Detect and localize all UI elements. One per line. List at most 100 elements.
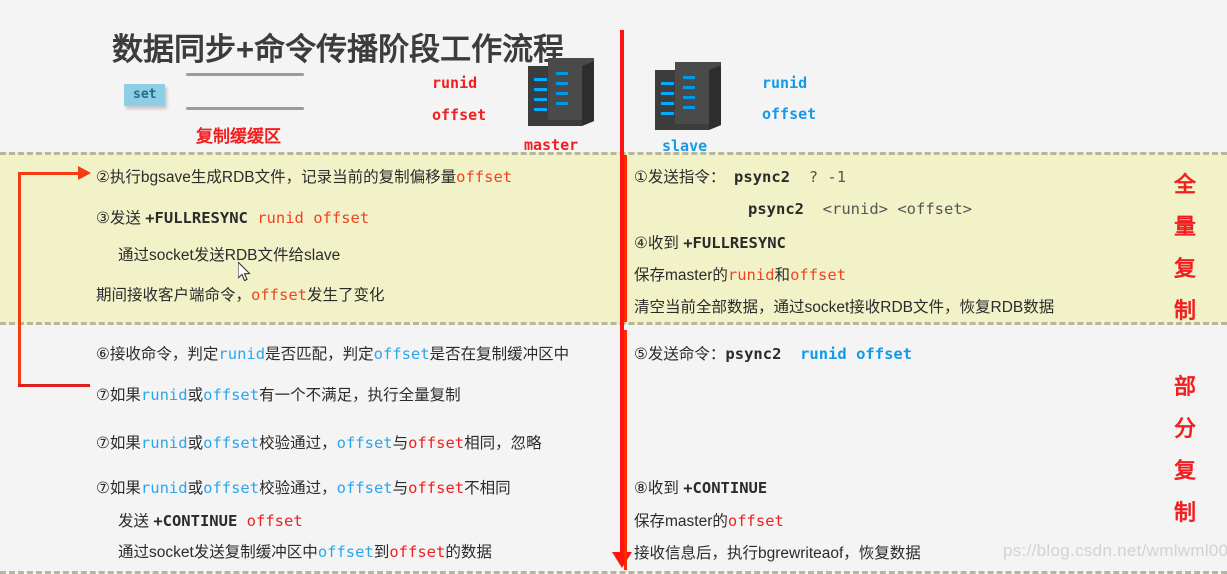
step-text: 与: [392, 480, 409, 497]
step-text: 到: [373, 544, 390, 561]
step-text: 发送命令：: [647, 346, 726, 363]
slave-label: slave: [662, 137, 708, 155]
step-text: 是否匹配，判定: [265, 346, 374, 363]
offset-token: offset: [203, 434, 260, 452]
master-label: master: [524, 136, 579, 154]
feedback-arrow-top-segment: [18, 172, 82, 175]
master-step-3-sub: 通过socket发送RDB文件给slave: [118, 248, 340, 264]
offset-token: offset: [203, 386, 260, 404]
step-text: 通过socket发送RDB文件给slave: [118, 247, 341, 264]
step-text: 或: [187, 435, 204, 452]
runid-token: runid: [140, 434, 188, 452]
offset-token-blue: offset: [336, 479, 393, 497]
step-text: 发送: [118, 513, 154, 530]
watermark: ps://blog.csdn.net/wmlwml0000: [1003, 541, 1227, 560]
offset-token-blue: offset: [336, 434, 393, 452]
offset-token-red: offset: [389, 543, 446, 561]
slave-step-4: ④收到 +FULLRESYNC: [634, 235, 786, 252]
set-command-badge: set: [124, 84, 166, 106]
master-offset-label: offset: [432, 106, 487, 124]
step-number: ⑦: [96, 480, 110, 497]
step-number: ⑥: [96, 346, 110, 363]
runid-token: runid: [140, 479, 188, 497]
step-number: ⑦: [96, 387, 110, 404]
master-runid-label: runid: [432, 74, 478, 92]
step-text: 发送: [109, 210, 146, 227]
psync2-args: <runid> <offset>: [822, 200, 972, 218]
feedback-arrow-head-icon: [78, 166, 91, 180]
runid-offset-args: runid offset: [257, 209, 370, 227]
master-step-offset-change: 期间接收客户端命令，offset发生了变化: [96, 286, 385, 304]
fullresync-command: +FULLRESYNC: [145, 209, 248, 227]
offset-token-red: offset: [727, 512, 784, 530]
buffer-line-bottom: [186, 107, 304, 110]
step-text: 相同，忽略: [464, 435, 542, 452]
step-number: ④: [634, 235, 648, 252]
psync2-command: psync2: [748, 200, 804, 218]
step-text: 校验通过，: [259, 435, 337, 452]
step-text: 收到: [647, 480, 684, 497]
step-text: 通过socket发送复制缓冲区中: [118, 544, 318, 561]
runid-offset-args: runid offset: [800, 345, 913, 363]
slave-runid-label: runid: [762, 74, 808, 92]
step-text: 如果: [109, 387, 141, 404]
master-step-7c-sub2: 通过socket发送复制缓冲区中offset到offset的数据: [118, 543, 492, 561]
step-text: 不相同: [464, 480, 511, 497]
step-number: ③: [96, 210, 110, 227]
offset-token-red: offset: [408, 434, 465, 452]
psync2-command: psync2: [734, 168, 791, 186]
step-text: 如果: [109, 435, 141, 452]
phase-char: 部: [1173, 374, 1196, 399]
slave-partial-section-rule: [624, 330, 627, 570]
slave-full-section-rule: [624, 155, 627, 322]
step-text: 的数据: [445, 544, 492, 561]
offset-token: offset: [203, 479, 260, 497]
phase-char: 全: [1173, 172, 1196, 197]
step-text: 保存master的: [634, 267, 728, 284]
step-text: 如果: [109, 480, 141, 497]
runid-token: runid: [140, 386, 188, 404]
offset-token-red: offset: [408, 479, 465, 497]
phase-char: 复: [1173, 458, 1196, 483]
continue-command: +CONTINUE: [153, 512, 238, 530]
step-text: 与: [392, 435, 409, 452]
step-number: ⑤: [634, 346, 648, 363]
step-text: 或: [187, 387, 204, 404]
offset-token: offset: [251, 286, 308, 304]
slave-step-1-alt: psync2 <runid> <offset>: [748, 200, 972, 218]
replication-buffer-label: 复制缓缓区: [196, 127, 281, 146]
offset-token: offset: [790, 266, 847, 284]
feedback-arrow-vertical: [18, 172, 21, 387]
phase-char: 制: [1173, 298, 1196, 323]
step-text: 是否在复制缓冲区中: [429, 346, 570, 363]
slave-save-master-info: 保存master的runid和offset: [634, 266, 847, 284]
master-step-7b: ⑦如果runid或offset校验通过，offset与offset相同，忽略: [96, 434, 542, 452]
offset-token-red: offset: [246, 512, 303, 530]
mouse-cursor-icon: [237, 260, 254, 284]
slave-save-offset: 保存master的offset: [634, 512, 784, 530]
psync2-args: ? -1: [808, 168, 847, 186]
slave-clear-and-load: 清空当前全部数据，通过socket接收RDB文件，恢复RDB数据: [634, 300, 1054, 316]
phase-char: 复: [1173, 256, 1196, 281]
page-title: 数据同步+命令传播阶段工作流程: [112, 32, 565, 67]
continue-command: +CONTINUE: [683, 479, 768, 497]
partial-replication-phase-label: 部 分 复 制: [1168, 366, 1202, 534]
diagram-canvas: 数据同步+命令传播阶段工作流程 set 复制缓缓区 master runid o…: [0, 0, 1227, 574]
slave-step-5: ⑤发送命令：psync2 runid offset: [634, 345, 913, 363]
step-text: 收到: [647, 235, 684, 252]
step-text: 或: [187, 480, 204, 497]
center-arrow-head-icon: [612, 552, 632, 568]
step-text: 接收命令，判定: [109, 346, 219, 363]
master-step-7c: ⑦如果runid或offset校验通过，offset与offset不相同: [96, 479, 511, 497]
master-step-7c-sub1: 发送 +CONTINUE offset: [118, 512, 303, 530]
psync2-command: psync2: [725, 345, 782, 363]
master-step-2: ②执行bgsave生成RDB文件，记录当前的复制偏移量offset: [96, 169, 512, 186]
feedback-arrow-bottom-segment: [18, 384, 90, 387]
offset-token-blue: offset: [317, 543, 374, 561]
master-step-3: ③发送 +FULLRESYNC runid offset: [96, 209, 370, 227]
step-text: 保存master的: [634, 513, 728, 530]
step-text: 和: [774, 267, 791, 284]
step-text: 发生了变化: [307, 287, 385, 304]
master-server-icon: [528, 58, 594, 134]
step-number: ⑦: [96, 435, 110, 452]
